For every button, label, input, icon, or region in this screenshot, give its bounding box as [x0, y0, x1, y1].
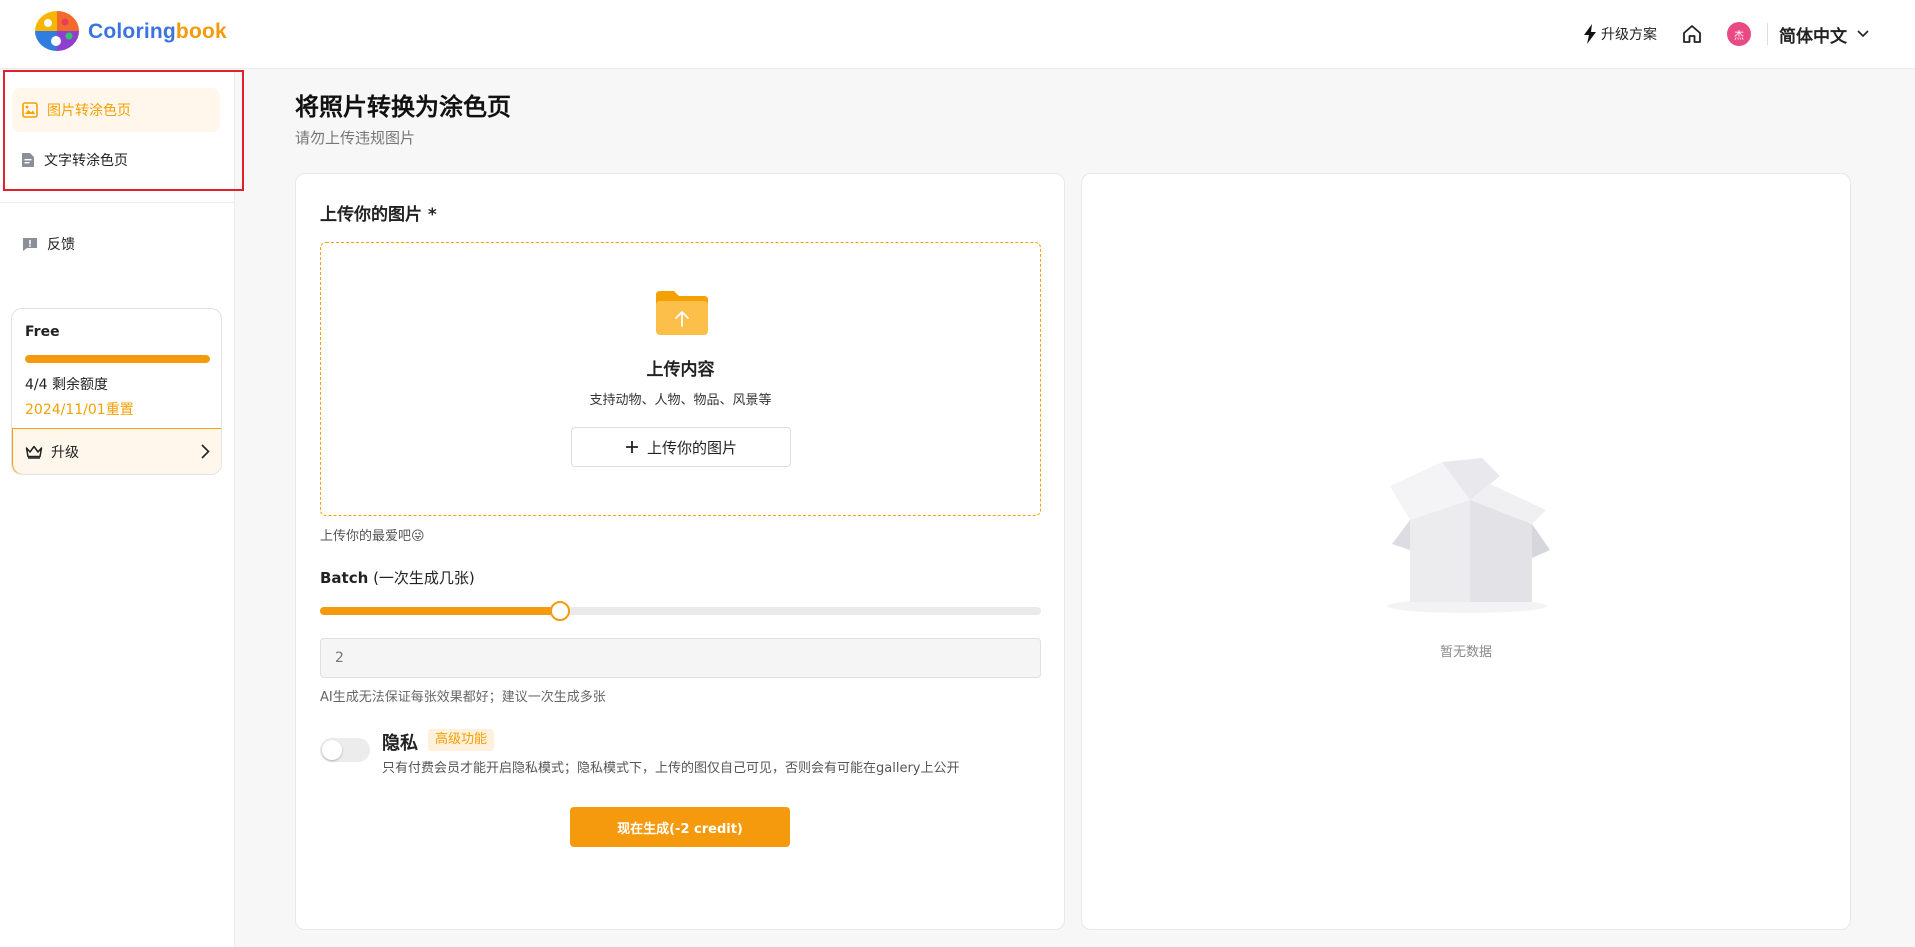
document-icon: [22, 153, 34, 167]
dropzone-title: 上传内容: [646, 360, 715, 380]
feedback-label: 反馈: [47, 237, 75, 253]
batch-count-input[interactable]: [320, 638, 1041, 678]
empty-box-icon: [1387, 458, 1550, 613]
palette-logo-icon[interactable]: [34, 10, 80, 52]
sidebar-divider: [0, 202, 235, 203]
header-actions: 升级方案 杰 简体中文: [1583, 18, 1869, 50]
empty-state-text: 暂无数据: [1439, 645, 1492, 660]
lightning-icon: [1584, 24, 1596, 44]
batch-slider-fill: [320, 607, 561, 615]
upgrade-plan-label: 升级方案: [1601, 27, 1657, 43]
batch-slider-thumb[interactable]: [550, 601, 571, 621]
generate-button[interactable]: 现在生成(-2 credit): [570, 807, 790, 847]
privacy-title: 隐私: [382, 733, 418, 754]
upgrade-plan-link[interactable]: 升级方案: [1583, 24, 1657, 44]
sidebar-item-feedback[interactable]: 反馈: [22, 234, 75, 254]
plan-upgrade-button[interactable]: 升级: [12, 428, 221, 474]
plus-icon: [625, 441, 638, 453]
plan-upgrade-label: 升级: [51, 444, 79, 461]
upload-image-button-label: 上传你的图片: [646, 438, 737, 457]
plan-card: Free 4/4 剩余额度 2024/11/01重置 升级: [11, 308, 222, 475]
quota-text: 4/4 剩余额度: [25, 377, 108, 393]
plan-name: Free: [25, 324, 60, 340]
batch-slider[interactable]: [320, 601, 1041, 621]
privacy-description: 只有付费会员才能开启隐私模式；隐私模式下，上传的图仅自己可见，否则会有可能在ga…: [382, 761, 960, 776]
brand-part-book: book: [175, 20, 227, 43]
top-header: Coloringbook 升级方案 杰 简体中文: [0, 0, 1915, 69]
upload-form-card: 上传你的图片 * 上传内容 支持动物、人物、物品、风景等 上传你的图片 上传你的…: [295, 173, 1065, 930]
header-divider: [1767, 23, 1768, 45]
sidebar: 图片转涂色页 文字转涂色页 反馈 Free 4/4 剩余额度 2024/11/0…: [0, 70, 244, 947]
dropzone-description: 支持动物、人物、物品、风景等: [589, 393, 772, 408]
batch-label: Batch (一次生成几张): [320, 567, 475, 588]
page-title: 将照片转换为涂色页: [295, 93, 511, 121]
upload-field-label: 上传你的图片 *: [320, 205, 437, 225]
home-icon[interactable]: [1681, 23, 1703, 45]
privacy-toggle-knob: [322, 740, 342, 760]
privacy-toggle[interactable]: [320, 738, 370, 762]
folder-upload-icon: [656, 291, 708, 335]
crown-icon: [25, 445, 43, 459]
language-select[interactable]: 简体中文: [1779, 22, 1869, 47]
batch-label-note: (一次生成几张): [368, 569, 475, 587]
result-card: 暂无数据: [1081, 173, 1851, 930]
sidebar-item-label: 图片转涂色页: [47, 103, 131, 119]
upload-dropzone[interactable]: 上传内容 支持动物、人物、物品、风景等 上传你的图片: [320, 242, 1041, 516]
sidebar-item-text-to-coloring[interactable]: 文字转涂色页: [12, 138, 220, 182]
feedback-icon: [23, 237, 37, 251]
sidebar-item-label: 文字转涂色页: [44, 153, 128, 169]
brand-part-coloring: Coloring: [88, 20, 176, 43]
chevron-right-icon: [201, 444, 210, 459]
sidebar-item-image-to-coloring[interactable]: 图片转涂色页: [12, 88, 220, 132]
avatar[interactable]: 杰: [1727, 22, 1751, 46]
chevron-down-icon: [1857, 30, 1869, 38]
batch-note: AI生成无法保证每张效果都好；建议一次生成多张: [320, 690, 606, 705]
page-subtitle: 请勿上传违规图片: [295, 129, 416, 147]
upload-hint: 上传你的最爱吧😜: [320, 529, 425, 544]
quota-reset-date: 2024/11/01重置: [25, 402, 134, 418]
quota-progress-fill: [25, 355, 210, 363]
premium-badge: 高级功能: [428, 729, 495, 751]
batch-label-title: Batch: [320, 569, 369, 587]
image-icon: [22, 102, 38, 118]
quota-progress-bar: [25, 355, 210, 363]
brand-name[interactable]: Coloringbook: [88, 20, 227, 44]
upload-image-button[interactable]: 上传你的图片: [571, 427, 791, 467]
language-label: 简体中文: [1779, 26, 1847, 47]
